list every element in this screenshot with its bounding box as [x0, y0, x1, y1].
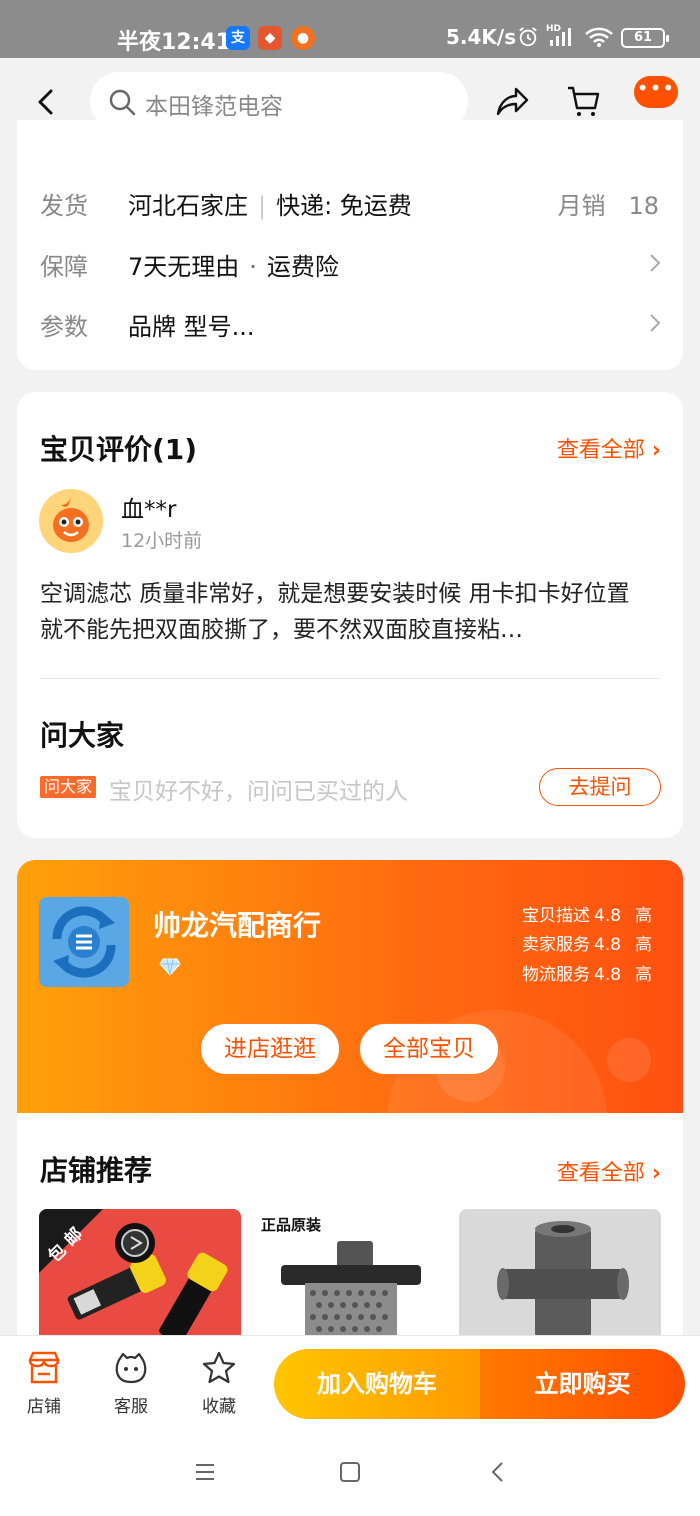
back-button[interactable] — [30, 86, 62, 118]
recommend-item[interactable]: 正品原装 — [249, 1209, 451, 1339]
customer-service-icon — [115, 1352, 147, 1384]
shop-score-row: 宝贝描述 4.8 高 — [522, 906, 653, 926]
review-time: 12小时前 — [121, 530, 203, 552]
app-notification-icon: ● — [291, 26, 315, 50]
ask-title: 问大家 — [40, 719, 125, 752]
recommend-title: 店铺推荐 — [40, 1154, 153, 1187]
chevron-right-icon — [650, 254, 661, 272]
service-tab-label: 客服 — [114, 1397, 148, 1417]
shop-score-row: 卖家服务 4.8 高 — [522, 935, 653, 955]
reviews-view-all-link[interactable]: 查看全部 › — [557, 432, 661, 464]
shop-score-row: 物流服务 4.8 高 — [522, 965, 653, 985]
search-placeholder: 本田锋范电容 — [145, 94, 283, 120]
product-info-card: 发货 河北石家庄 | 快递: 免运费 月销 18 保障 7天无理由 · 运费险 参数 品… — [17, 120, 683, 370]
diamond-icon — [159, 958, 181, 976]
cart-icon[interactable] — [566, 84, 600, 118]
all-items-button[interactable]: 全部宝贝 — [359, 1023, 499, 1075]
shop-banner: 帅龙汽配商行 宝贝描述 4.8 高 卖家服务 4.8 高 物流服务 4.8 高 进店逛逛 全… — [17, 860, 683, 1113]
guarantee-row[interactable]: 保障 7天无理由 · 运费险 — [40, 243, 663, 283]
divider — [40, 678, 660, 679]
favorite-tab[interactable]: 收藏 — [189, 1350, 249, 1417]
enter-shop-button[interactable]: 进店逛逛 — [200, 1023, 340, 1075]
shipping-origin: 河北石家庄 — [128, 192, 248, 220]
shop-recommend-card: 店铺推荐 查看全部 › 包邮 正品原装 — [17, 1113, 683, 1339]
ask-placeholder[interactable]: 宝贝好不好，问问已买过的人 — [109, 772, 408, 806]
decoration — [607, 1038, 651, 1082]
avatar — [39, 489, 103, 553]
buy-now-button[interactable]: 立即购买 — [480, 1349, 685, 1419]
express-fee: 快递: 免运费 — [276, 192, 412, 220]
params-row[interactable]: 参数 品牌 型号... — [40, 303, 663, 343]
review-text[interactable]: 空调滤芯 质量非常好，就是想要安装时候 用卡扣卡好位置 就不能先把双面胶撕了，要… — [40, 576, 652, 648]
service-tab[interactable]: 客服 — [101, 1350, 161, 1417]
blower-resistor-product-image — [281, 1241, 421, 1339]
avatar-mascot-icon — [39, 489, 103, 553]
add-to-cart-button[interactable]: 加入购物车 — [274, 1349, 480, 1419]
reviews-card: 宝贝评价(1) 查看全部 › 血**r 12小时前 空调滤芯 质量非常好，就是想… — [17, 392, 683, 838]
app-notification-icon: ◆ — [258, 26, 282, 50]
guarantee-item: 7天无理由 — [128, 253, 240, 281]
status-time: 半夜12:41 — [117, 30, 232, 55]
star-icon — [202, 1351, 236, 1384]
system-nav-bar — [0, 1431, 700, 1516]
shop-icon — [28, 1351, 60, 1384]
monthly-sales-value: 18 — [628, 192, 659, 220]
universal-joint-product-image — [459, 1209, 661, 1339]
status-bar: 半夜12:41 支 ◆ ● 5.4K/s HD 61 — [0, 0, 700, 58]
shop-logo-icon — [39, 897, 129, 987]
guarantee-item: 运费险 — [266, 253, 339, 281]
share-icon[interactable] — [494, 84, 530, 118]
bottom-action-bar: 店铺 客服 收藏 加入购物车 立即购买 — [0, 1335, 700, 1431]
signal-icon — [550, 28, 571, 46]
guarantee-label: 保障 — [40, 253, 88, 281]
battery-indicator: 61 — [621, 28, 669, 48]
params-value: 品牌 型号... — [128, 313, 255, 341]
shop-tab-label: 店铺 — [27, 1397, 61, 1417]
search-icon — [109, 89, 136, 116]
reviewer-name: 血**r — [121, 497, 177, 523]
shop-tab[interactable]: 店铺 — [14, 1350, 74, 1417]
more-menu-button[interactable]: ••• — [634, 76, 678, 108]
ask-badge: 问大家 — [40, 776, 97, 798]
shipping-label: 发货 — [40, 192, 88, 220]
params-label: 参数 — [40, 313, 88, 341]
shop-logo[interactable] — [39, 897, 129, 987]
chevron-right-icon — [650, 314, 661, 332]
shop-name[interactable]: 帅龙汽配商行 — [153, 904, 321, 944]
wifi-icon — [585, 27, 613, 47]
recommend-view-all-link[interactable]: 查看全部 › — [557, 1155, 661, 1187]
shipping-row: 发货 河北石家庄 | 快递: 免运费 月销 18 — [40, 182, 663, 222]
favorite-tab-label: 收藏 — [202, 1397, 236, 1417]
reviews-title: 宝贝评价(1) — [40, 433, 198, 466]
ask-question-button[interactable]: 去提问 — [539, 768, 661, 806]
alarm-icon — [519, 27, 537, 47]
home-icon[interactable] — [339, 1461, 361, 1483]
back-nav-icon[interactable] — [487, 1461, 509, 1483]
menu-icon[interactable] — [194, 1461, 216, 1483]
monthly-sales-label: 月销 — [557, 192, 606, 220]
recommend-item[interactable]: 包邮 — [39, 1209, 241, 1339]
recommend-item[interactable] — [459, 1209, 661, 1339]
network-speed: 5.4K/s — [446, 25, 517, 49]
alipay-notification-icon: 支 — [226, 26, 250, 50]
